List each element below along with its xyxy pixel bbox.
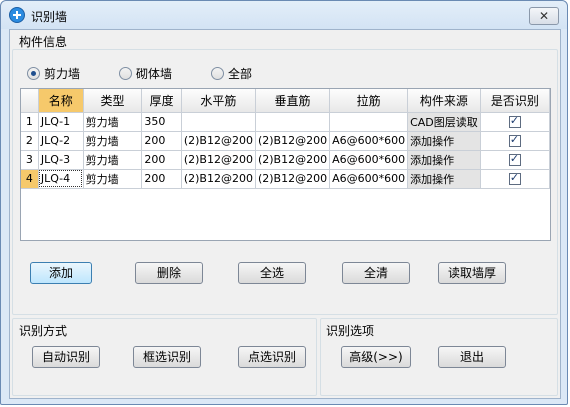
cell-vertical-bar[interactable] bbox=[255, 112, 331, 132]
radio-masonry-wall[interactable]: 砌体墙 bbox=[119, 65, 172, 81]
cell-name[interactable]: JLQ-1 bbox=[38, 112, 84, 132]
cell-type[interactable]: 剪力墙 bbox=[83, 150, 143, 170]
cell-name[interactable]: JLQ-4 bbox=[38, 169, 84, 189]
cell-recognize[interactable] bbox=[480, 169, 551, 189]
table-header-row: 名称 类型 厚度 水平筋 垂直筋 拉筋 构件来源 是否识别 bbox=[21, 89, 551, 113]
delete-button[interactable]: 删除 bbox=[135, 262, 203, 284]
clear-all-button[interactable]: 全清 bbox=[342, 262, 410, 284]
radio-label: 剪力墙 bbox=[44, 66, 81, 81]
cell-thickness[interactable]: 200 bbox=[141, 131, 182, 151]
cell-type[interactable]: 剪力墙 bbox=[83, 131, 143, 151]
row-number[interactable]: 1 bbox=[21, 112, 39, 132]
select-all-button[interactable]: 全选 bbox=[238, 262, 306, 284]
table-row[interactable]: 1 JLQ-1 剪力墙 350 CAD图层读取 bbox=[21, 112, 551, 132]
column-header-recognize[interactable]: 是否识别 bbox=[480, 89, 551, 113]
radio-shear-wall[interactable]: 剪力墙 bbox=[27, 65, 80, 81]
column-header-tie-bar[interactable]: 拉筋 bbox=[329, 89, 409, 113]
cell-type[interactable]: 剪力墙 bbox=[83, 112, 143, 132]
radio-all[interactable]: 全部 bbox=[211, 65, 252, 81]
checkbox-checked-icon[interactable] bbox=[508, 114, 521, 128]
app-icon bbox=[9, 7, 25, 23]
cell-thickness[interactable]: 200 bbox=[141, 150, 182, 170]
cell-recognize[interactable] bbox=[480, 112, 551, 132]
checkbox-checked-icon[interactable] bbox=[508, 152, 521, 166]
cell-recognize[interactable] bbox=[480, 131, 551, 151]
cell-type[interactable]: 剪力墙 bbox=[83, 169, 143, 189]
exit-button[interactable]: 退出 bbox=[438, 346, 506, 368]
add-button[interactable]: 添加 bbox=[30, 262, 92, 284]
cell-horizontal-bar[interactable]: (2)B12@200 bbox=[181, 150, 256, 170]
point-recognize-button[interactable]: 点选识别 bbox=[238, 346, 306, 368]
row-number[interactable]: 4 bbox=[21, 169, 39, 189]
cell-horizontal-bar[interactable] bbox=[181, 112, 256, 132]
window-title: 识别墙 bbox=[31, 10, 68, 24]
cell-tie-bar[interactable]: A6@600*600 bbox=[329, 150, 409, 170]
row-number[interactable]: 2 bbox=[21, 131, 39, 151]
radio-dot-icon bbox=[211, 66, 225, 80]
checkbox-checked-icon[interactable] bbox=[508, 133, 521, 147]
column-header-type[interactable]: 类型 bbox=[83, 89, 143, 113]
dialog-window: 识别墙 ✕ 构件信息 剪力墙 砌体墙 全部 名称 类型 厚度 水平筋 垂直筋 拉… bbox=[0, 0, 568, 405]
wall-type-radio-group: 剪力墙 砌体墙 全部 bbox=[27, 65, 291, 81]
title-bar[interactable]: 识别墙 ✕ bbox=[1, 1, 567, 29]
cell-vertical-bar[interactable]: (2)B12@200 bbox=[255, 131, 331, 151]
column-header-name[interactable]: 名称 bbox=[38, 89, 84, 113]
column-header-rownum bbox=[21, 89, 39, 113]
cell-name[interactable]: JLQ-3 bbox=[38, 150, 84, 170]
cell-source: 添加操作 bbox=[407, 131, 481, 151]
close-button[interactable]: ✕ bbox=[529, 7, 559, 25]
cell-horizontal-bar[interactable]: (2)B12@200 bbox=[181, 169, 256, 189]
cell-thickness[interactable]: 350 bbox=[141, 112, 182, 132]
cell-name[interactable]: JLQ-2 bbox=[38, 131, 84, 151]
column-header-vertical-bar[interactable]: 垂直筋 bbox=[255, 89, 331, 113]
radio-dot-icon bbox=[27, 66, 40, 80]
column-header-source[interactable]: 构件来源 bbox=[407, 89, 481, 113]
table-row-selected[interactable]: 4 JLQ-4 剪力墙 200 (2)B12@200 (2)B12@200 A6… bbox=[21, 169, 551, 189]
box-recognize-button[interactable]: 框选识别 bbox=[133, 346, 201, 368]
column-header-horizontal-bar[interactable]: 水平筋 bbox=[181, 89, 256, 113]
cell-source: 添加操作 bbox=[407, 150, 481, 170]
row-number[interactable]: 3 bbox=[21, 150, 39, 170]
table-row[interactable]: 2 JLQ-2 剪力墙 200 (2)B12@200 (2)B12@200 A6… bbox=[21, 131, 551, 151]
radio-dot-icon bbox=[119, 66, 133, 80]
dialog-body: 构件信息 剪力墙 砌体墙 全部 名称 类型 厚度 水平筋 垂直筋 拉筋 构件来源… bbox=[9, 29, 561, 399]
component-info-label: 构件信息 bbox=[19, 35, 68, 49]
cell-vertical-bar[interactable]: (2)B12@200 bbox=[255, 150, 331, 170]
cell-tie-bar[interactable]: A6@600*600 bbox=[329, 131, 409, 151]
cell-tie-bar[interactable]: A6@600*600 bbox=[329, 169, 409, 189]
read-thickness-button[interactable]: 读取墙厚 bbox=[438, 262, 506, 284]
column-header-thickness[interactable]: 厚度 bbox=[141, 89, 182, 113]
advanced-button[interactable]: 高级(>>) bbox=[341, 346, 411, 368]
cell-thickness[interactable]: 200 bbox=[141, 169, 182, 189]
cell-recognize[interactable] bbox=[480, 150, 551, 170]
cell-source: 添加操作 bbox=[407, 169, 481, 189]
cell-horizontal-bar[interactable]: (2)B12@200 bbox=[181, 131, 256, 151]
checkbox-checked-icon[interactable] bbox=[508, 171, 521, 185]
radio-label: 砌体墙 bbox=[136, 66, 173, 81]
cell-source: CAD图层读取 bbox=[407, 112, 481, 132]
wall-table: 名称 类型 厚度 水平筋 垂直筋 拉筋 构件来源 是否识别 1 JLQ-1 剪力… bbox=[20, 88, 551, 241]
radio-label: 全部 bbox=[228, 66, 253, 81]
auto-recognize-button[interactable]: 自动识别 bbox=[32, 346, 100, 368]
cell-tie-bar[interactable] bbox=[329, 112, 409, 132]
cell-vertical-bar[interactable]: (2)B12@200 bbox=[255, 169, 331, 189]
table-row[interactable]: 3 JLQ-3 剪力墙 200 (2)B12@200 (2)B12@200 A6… bbox=[21, 150, 551, 170]
